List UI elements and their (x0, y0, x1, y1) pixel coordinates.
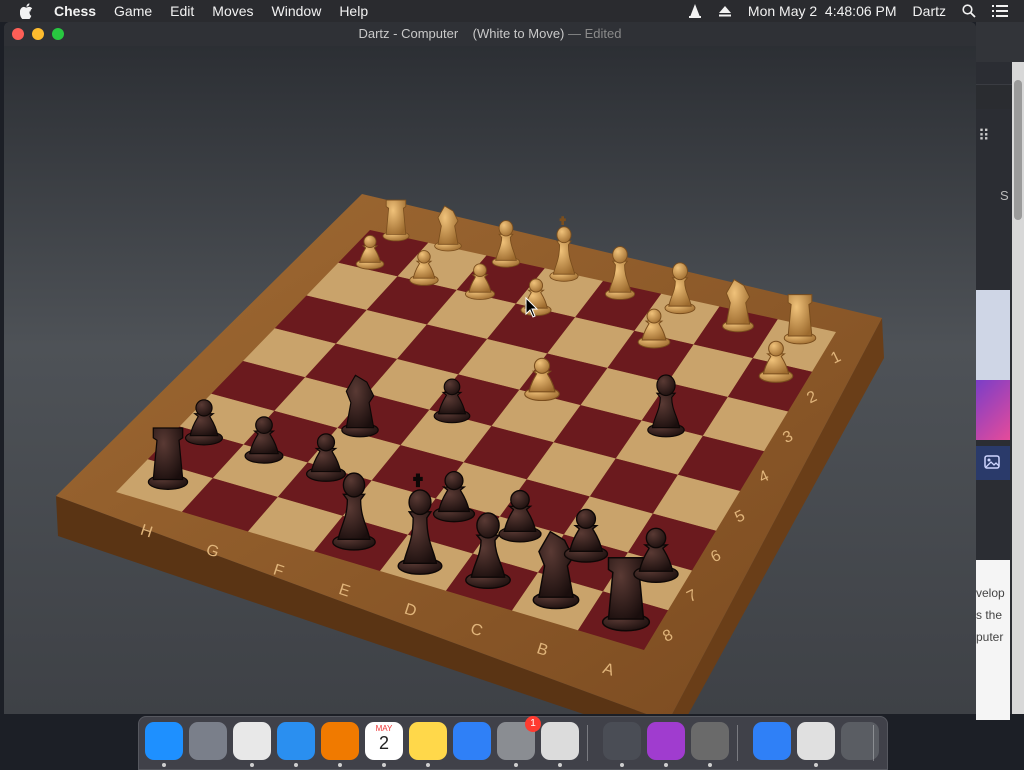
menu-game[interactable]: Game (114, 3, 152, 19)
running-indicator (558, 763, 562, 767)
app-store-2-icon[interactable] (753, 722, 791, 760)
notification-badge: 1 (525, 716, 541, 732)
compass-tool-icon[interactable] (603, 722, 641, 760)
menu-help[interactable]: Help (339, 3, 368, 19)
eject-icon[interactable] (718, 5, 732, 17)
menu-chess[interactable]: Chess (54, 3, 96, 19)
chess-icon[interactable] (691, 722, 729, 760)
search-icon[interactable] (962, 4, 976, 18)
system-preferences-icon[interactable]: 1 (497, 716, 541, 760)
safari-icon[interactable] (277, 722, 315, 760)
finder-icon[interactable] (145, 722, 183, 760)
running-indicator (162, 763, 166, 767)
background-window: ⠿ S velop s the puter (976, 22, 1024, 720)
running-indicator (250, 763, 254, 767)
background-text-line: s the (976, 608, 1003, 622)
notes-icon[interactable] (409, 722, 447, 760)
grid-icon[interactable]: ⠿ (978, 126, 990, 146)
menubar-clock[interactable]: Mon May 2 4:48:06 PM (748, 3, 897, 19)
vlc-icon[interactable] (321, 722, 359, 760)
chess-window: Dartz - Computer (White to Move) — Edite… (4, 22, 976, 714)
window-title: Dartz - Computer (White to Move) — Edite… (4, 22, 976, 46)
background-window-titlebar (976, 22, 1024, 62)
running-indicator (514, 763, 518, 767)
calendar-icon[interactable]: MAY 2 (365, 722, 403, 760)
chess-scene[interactable]: HGFEDCBA12345678 (4, 46, 976, 714)
background-text-line: velop (976, 586, 1005, 600)
background-window-letter: S (1000, 188, 1009, 203)
running-indicator (338, 763, 342, 767)
window-title-edited: — Edited (568, 26, 622, 41)
menubar-user[interactable]: Dartz (913, 3, 946, 19)
apple-logo-icon[interactable] (20, 3, 36, 19)
running-indicator (294, 763, 298, 767)
dock-separator (587, 725, 588, 761)
roblox-icon[interactable] (541, 722, 579, 760)
window-title-name: Dartz - Computer (358, 26, 459, 41)
list-icon[interactable] (992, 5, 1008, 17)
app-store-icon[interactable] (453, 722, 491, 760)
background-window-thumbnail[interactable] (976, 290, 1010, 380)
window-titlebar[interactable]: Dartz - Computer (White to Move) — Edite… (4, 22, 976, 47)
background-window-content: velop s the puter (976, 560, 1010, 720)
dock-separator (737, 725, 738, 761)
launchpad-icon[interactable] (189, 722, 227, 760)
vlc-icon[interactable] (688, 3, 702, 19)
chrome-icon[interactable] (233, 722, 271, 760)
menu-edit[interactable]: Edit (170, 3, 194, 19)
running-indicator (664, 763, 668, 767)
running-indicator (814, 763, 818, 767)
window-title-status: (White to Move) (472, 26, 565, 41)
document-icon[interactable] (797, 722, 835, 760)
running-indicator (426, 763, 430, 767)
scrollbar-thumb[interactable] (1014, 80, 1022, 220)
menu-bar: Chess Game Edit Moves Window Help Mon Ma… (0, 0, 1024, 22)
chess-board-view[interactable]: HGFEDCBA12345678 (4, 46, 976, 714)
downloader-icon[interactable] (647, 722, 685, 760)
menu-moves[interactable]: Moves (212, 3, 253, 19)
dock: MAY 2 1 (138, 716, 888, 770)
running-indicator (620, 763, 624, 767)
running-indicator (708, 763, 712, 767)
menu-window[interactable]: Window (272, 3, 322, 19)
dock-separator (873, 725, 874, 761)
calendar-day: 2 (378, 733, 389, 753)
running-indicator (382, 763, 386, 767)
background-text-line: puter (976, 630, 1004, 644)
calendar-month: MAY (375, 724, 393, 733)
background-window-thumbnail-2[interactable] (976, 380, 1010, 440)
image-icon[interactable] (976, 446, 1010, 480)
